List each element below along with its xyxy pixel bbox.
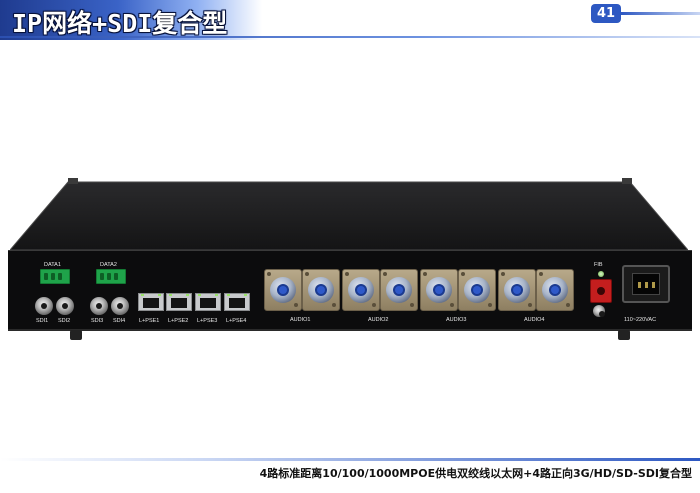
footer-accent-bar [0, 458, 700, 461]
device-chassis-top [10, 178, 688, 251]
title-banner: IP网络+SDI复合型 [0, 0, 262, 40]
power-inlet-socket [622, 265, 670, 303]
ethernet-port-3-label: L+PSE3 [197, 318, 218, 324]
header-accent-bar [621, 12, 700, 15]
product-caption: 4路标准距离10/100/1000MPOE供电双绞线以太网+4路正向3G/HD/… [259, 467, 692, 480]
data2-label: DATA2 [100, 262, 117, 268]
audio1-xlr-right [302, 269, 340, 311]
power-voltage-label: 110~220VAC [624, 317, 657, 323]
audio2-xlr-left [342, 269, 380, 311]
audio2-xlr-right [380, 269, 418, 311]
audio1-xlr-left [264, 269, 302, 311]
sdi3-label: SDI3 [91, 318, 104, 324]
ethernet-port-4 [224, 293, 250, 311]
header-underline [0, 36, 700, 38]
device-foot-left [70, 330, 82, 340]
device-foot-right [618, 330, 630, 340]
sdi4-bnc-connector [111, 297, 129, 315]
audio4-xlr-left [498, 269, 536, 311]
data1-label: DATA1 [44, 262, 61, 268]
fiber-sc-connector [590, 279, 612, 303]
page-title: IP网络+SDI复合型 [12, 9, 228, 38]
ethernet-port-1 [138, 293, 164, 311]
data2-terminal-block [96, 269, 126, 284]
device-front-panel: DATA1 DATA2 SDI1 SDI2 SDI3 SDI4 L+PSE1 L… [8, 250, 692, 331]
sdi3-bnc-connector [90, 297, 108, 315]
ethernet-port-4-label: L+PSE4 [226, 318, 247, 324]
ethernet-port-3 [195, 293, 221, 311]
audio3-xlr-right [458, 269, 496, 311]
data1-terminal-block [40, 269, 70, 284]
audio4-label: AUDIO4 [524, 317, 545, 323]
audio4-xlr-right [536, 269, 574, 311]
audio3-label: AUDIO3 [446, 317, 467, 323]
fiber-status-led [598, 271, 604, 277]
sdi1-label: SDI1 [36, 318, 49, 324]
sdi4-label: SDI4 [113, 318, 126, 324]
ethernet-port-2-label: L+PSE2 [168, 318, 189, 324]
audio3-xlr-left [420, 269, 458, 311]
audio2-label: AUDIO2 [368, 317, 389, 323]
ground-screw-icon [593, 305, 605, 317]
fiber-label: FIB [594, 262, 603, 268]
sdi1-bnc-connector [35, 297, 53, 315]
ethernet-port-2 [166, 293, 192, 311]
page-number-badge: 41 [591, 4, 621, 23]
ethernet-port-1-label: L+PSE1 [139, 318, 160, 324]
sdi2-label: SDI2 [58, 318, 71, 324]
audio1-label: AUDIO1 [290, 317, 311, 323]
sdi2-bnc-connector [56, 297, 74, 315]
